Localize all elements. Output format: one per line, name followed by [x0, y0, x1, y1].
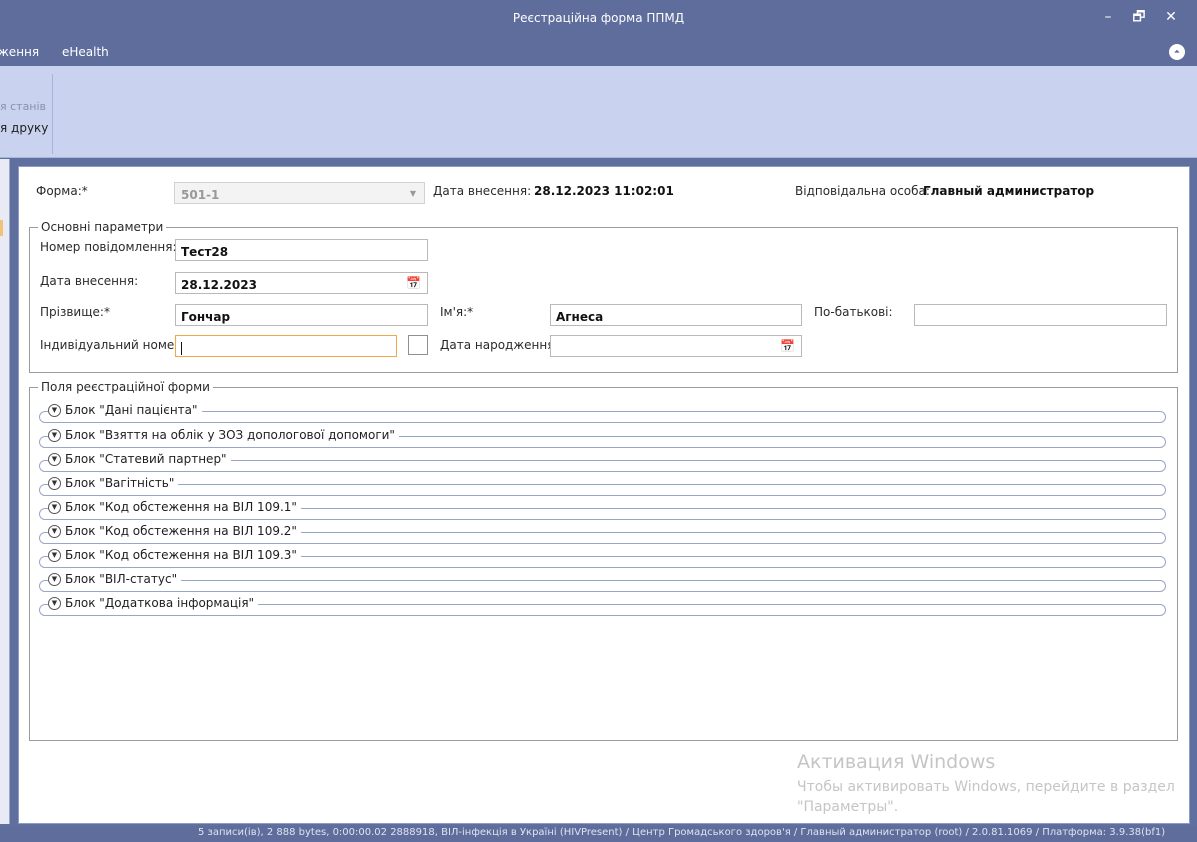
block-hiv-status[interactable]: ▼ Блок "ВІЛ-статус" [39, 572, 1166, 592]
expand-icon[interactable]: ▼ [48, 500, 61, 514]
block-registration-prenatal[interactable]: ▼ Блок "Взяття на облік у ЗОЗ допологової… [39, 428, 1166, 448]
menu-item-ehealth[interactable]: eHealth [62, 45, 109, 59]
ribbon-item-print[interactable]: я друку [0, 121, 48, 135]
name-input[interactable]: Агнеса [550, 304, 802, 326]
calendar-icon[interactable]: 📅 [780, 339, 795, 353]
status-bar: 5 записи(ів), 2 888 bytes, 0:00:00.02 28… [0, 826, 1197, 842]
responsible-label: Відповідальна особа: [795, 184, 930, 198]
form-label: Форма:* [36, 184, 88, 198]
individual-number-label: Індивідуальний номер: [40, 338, 186, 352]
block-title: Блок "Статевий партнер" [65, 452, 227, 466]
restore-button[interactable]: 🗗 [1128, 6, 1150, 28]
birth-date-label: Дата народження: [440, 338, 559, 352]
block-title: Блок "Взяття на облік у ЗОЗ допологової … [65, 428, 395, 442]
menu-bar: ження eHealth ⏶ [0, 38, 1197, 66]
ribbon-item-states[interactable]: я станів [0, 100, 46, 113]
block-hiv-code-109-3[interactable]: ▼ Блок "Код обстеження на ВІЛ 109.3" [39, 548, 1166, 568]
expand-icon[interactable]: ▼ [48, 452, 61, 466]
expand-icon[interactable]: ▼ [48, 524, 61, 538]
individual-number-input[interactable] [175, 335, 397, 357]
watermark-line: Чтобы активировать Windows, перейдите в … [797, 779, 1175, 795]
block-sexual-partner[interactable]: ▼ Блок "Статевий партнер" [39, 452, 1166, 472]
block-title: Блок "Код обстеження на ВІЛ 109.3" [65, 548, 297, 562]
block-hiv-code-109-2[interactable]: ▼ Блок "Код обстеження на ВІЛ 109.2" [39, 524, 1166, 544]
minimize-button[interactable]: – [1097, 6, 1119, 28]
patronymic-input[interactable] [914, 304, 1167, 326]
individual-number-checkbox[interactable] [408, 335, 428, 355]
expand-icon[interactable]: ▼ [48, 403, 61, 417]
expand-icon[interactable]: ▼ [48, 596, 61, 610]
message-number-input[interactable]: Тест28 [175, 239, 428, 261]
form-type-select[interactable]: 501-1 ▼ [174, 182, 425, 204]
chevron-down-icon: ▼ [409, 189, 416, 198]
window-title: Реєстраційна форма ППМД [512, 11, 685, 25]
block-pregnancy[interactable]: ▼ Блок "Вагітність" [39, 476, 1166, 496]
surname-label: Прізвище:* [40, 305, 110, 319]
name-label: Ім'я:* [440, 305, 474, 319]
entry-datetime-label: Дата внесення: [433, 184, 532, 198]
status-text: 5 записи(ів), 2 888 bytes, 0:00:00.02 28… [198, 827, 1166, 838]
block-title: Блок "Код обстеження на ВІЛ 109.2" [65, 524, 297, 538]
main-params-legend: Основні параметри [41, 220, 164, 234]
text-caret [181, 342, 182, 355]
block-title: Блок "Код обстеження на ВІЛ 109.1" [65, 500, 297, 514]
expand-icon[interactable]: ▼ [48, 572, 61, 586]
block-hiv-code-109-1[interactable]: ▼ Блок "Код обстеження на ВІЛ 109.1" [39, 500, 1166, 520]
ribbon-collapse-icon[interactable]: ⏶ [1169, 44, 1185, 60]
form-type-value: 501-1 [181, 188, 220, 202]
registration-form-panel: Форма:* 501-1 ▼ Дата внесення: 28.12.202… [18, 166, 1190, 824]
calendar-icon[interactable]: 📅 [406, 276, 421, 290]
ribbon: я станів я друку [0, 66, 1197, 158]
selection-marker [0, 220, 3, 236]
surname-input[interactable]: Гончар [175, 304, 428, 326]
watermark-line: "Параметры". [797, 799, 899, 815]
entry-datetime-value: 28.12.2023 11:02:01 [534, 184, 674, 198]
expand-icon[interactable]: ▼ [48, 476, 61, 490]
ribbon-separator [52, 74, 53, 154]
block-additional-info[interactable]: ▼ Блок "Додаткова інформація" [39, 596, 1166, 616]
entry-date-input[interactable]: 28.12.2023 📅 [175, 272, 428, 294]
expand-icon[interactable]: ▼ [48, 428, 61, 442]
expand-icon[interactable]: ▼ [48, 548, 61, 562]
entry-date-value: 28.12.2023 [181, 278, 257, 292]
patronymic-label: По-батькові: [814, 305, 893, 319]
block-title: Блок "Дані пацієнта" [65, 403, 198, 417]
block-patient-data[interactable]: ▼ Блок "Дані пацієнта" [39, 403, 1166, 423]
responsible-value: Главный администратор [923, 184, 1095, 198]
watermark-title: Активация Windows [797, 751, 996, 773]
block-title: Блок "ВІЛ-статус" [65, 572, 178, 586]
left-panel-strip [0, 159, 10, 824]
menu-item-partial[interactable]: ження [0, 45, 39, 59]
windows-activation-watermark: Активация Windows Чтобы активировать Win… [797, 751, 1175, 817]
entry-date-label: Дата внесення: [40, 274, 139, 288]
close-button[interactable]: ✕ [1160, 6, 1182, 28]
block-title: Блок "Додаткова інформація" [65, 596, 255, 610]
message-number-label: Номер повідомлення:* [40, 240, 183, 254]
birth-date-input[interactable]: 📅 [550, 335, 802, 357]
registration-fields-legend: Поля реєстраційної форми [41, 380, 210, 394]
block-title: Блок "Вагітність" [65, 476, 175, 490]
title-bar: Реєстраційна форма ППМД – 🗗 ✕ [0, 0, 1197, 38]
